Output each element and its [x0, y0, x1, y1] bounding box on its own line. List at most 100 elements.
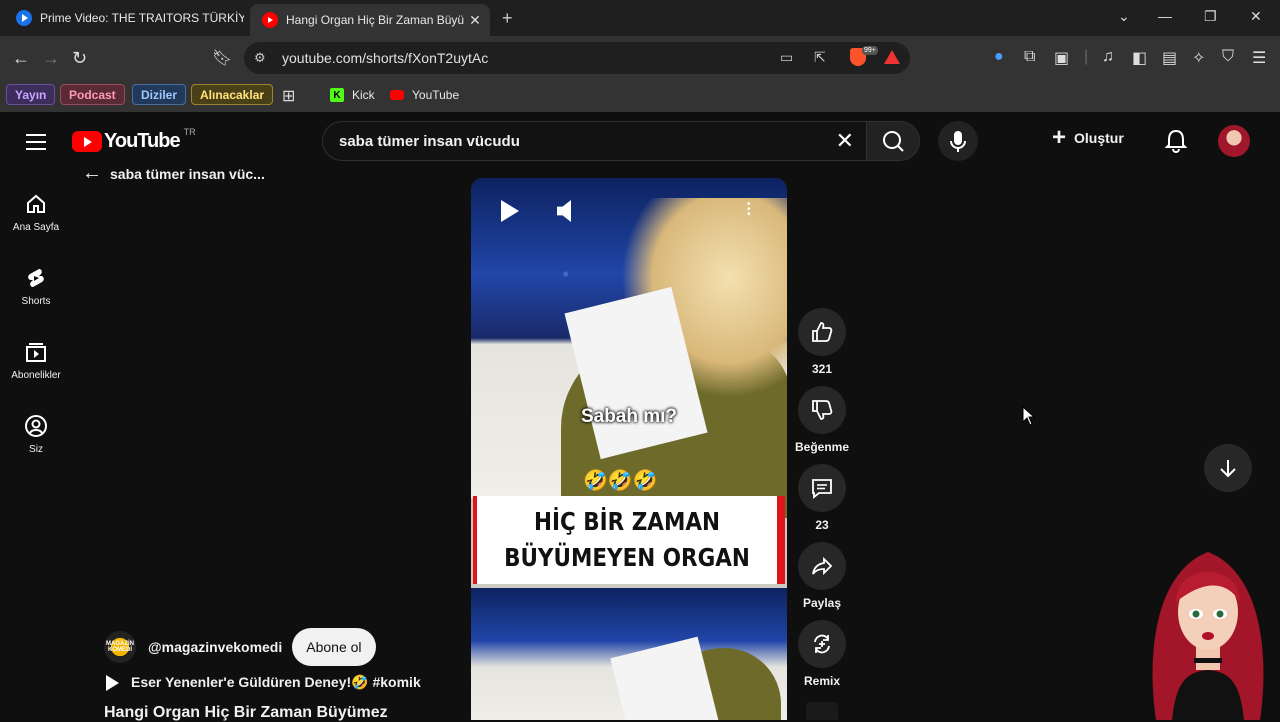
tab-prime-video[interactable]: Prime Video: THE TRAITORS TÜRKİYE: [8, 4, 244, 32]
plus-icon: +: [1052, 124, 1067, 151]
comment-icon: [812, 479, 832, 499]
notifications-button[interactable]: [1164, 128, 1188, 159]
share-button[interactable]: [798, 542, 846, 590]
leo-ai-icon[interactable]: ✧: [1192, 48, 1205, 68]
linked-video-title: Eser Yenenler'e Güldüren Deney!🤣 #komik: [131, 674, 421, 690]
forward-button[interactable]: →: [42, 48, 60, 69]
tab-youtube-short[interactable]: Hangi Organ Hiç Bir Zaman Büyü ✕: [250, 4, 490, 36]
subscribe-button[interactable]: Abone ol: [292, 628, 376, 666]
clear-search-icon[interactable]: ✕: [836, 128, 854, 154]
remix-button[interactable]: [798, 620, 846, 668]
extension-shazam-icon[interactable]: ●: [994, 48, 1004, 66]
music-icon[interactable]: ♫: [1102, 48, 1114, 66]
back-button[interactable]: ←: [12, 48, 30, 69]
share-action: Paylaş: [796, 542, 848, 620]
close-tab-icon[interactable]: ✕: [466, 12, 484, 29]
bookmark-yayin[interactable]: Yayın: [6, 84, 56, 105]
browser-toolbar: ← → ↻ 🔖︎ ⚙ youtube.com/shorts/fXonT2uytA…: [0, 36, 1280, 80]
back-to-search[interactable]: ← saba tümer insan vüc...: [82, 162, 265, 185]
comment-button[interactable]: [798, 464, 846, 512]
apps-grid-icon[interactable]: ⊞: [282, 86, 295, 106]
sidebar-item-home[interactable]: Ana Sayfa: [0, 188, 72, 262]
wallet-icon[interactable]: ▤: [1162, 48, 1177, 68]
logo-text: YouTube: [104, 130, 181, 152]
share-page-icon[interactable]: ⇱: [814, 49, 826, 66]
menu-icon[interactable]: ☰: [1252, 48, 1266, 68]
bookmark-label: Kick: [352, 88, 375, 102]
like-count: 321: [811, 362, 833, 376]
search-input[interactable]: saba tümer insan vücudu ✕: [322, 121, 868, 161]
tab-search-icon[interactable]: ⌄: [1118, 8, 1130, 25]
search-query: saba tümer insan vücudu: [339, 133, 520, 150]
channel-handle[interactable]: @magazinvekomedi: [148, 639, 282, 655]
search-icon: [883, 131, 904, 152]
voice-search-button[interactable]: [938, 121, 978, 161]
sidebar-item-subscriptions[interactable]: Abonelikler: [0, 336, 72, 410]
sidebar-icon[interactable]: ◧: [1132, 48, 1147, 68]
banner-line: BÜYÜMEYEN ORGAN: [504, 543, 750, 572]
linked-video[interactable]: Eser Yenenler'e Güldüren Deney!🤣 #komik: [106, 674, 421, 691]
comment-action: 23: [796, 464, 848, 542]
sidebar-item-label: Ana Sayfa: [12, 222, 60, 233]
create-button[interactable]: + Oluştur: [1052, 124, 1124, 151]
arrow-down-icon: [1220, 460, 1236, 478]
sidebar-item-label: Shorts: [21, 296, 51, 307]
brave-rewards-icon[interactable]: [884, 50, 900, 64]
video-title-banner: HİÇ BİR ZAMAN BÜYÜMEYEN ORGAN: [473, 496, 785, 584]
next-short-button[interactable]: [1204, 444, 1252, 492]
new-tab-button[interactable]: +: [502, 8, 513, 29]
shorts-video-player[interactable]: • • • Sabah mı? 🤣🤣🤣 HİÇ BİR ZAMAN BÜYÜMEYE…: [471, 178, 787, 720]
channel-thumbnail-small[interactable]: [806, 702, 838, 720]
sidebar-item-shorts[interactable]: Shorts: [0, 262, 72, 336]
address-bar[interactable]: ⚙ youtube.com/shorts/fXonT2uytAc ▭ ⇱ 99+: [244, 42, 910, 74]
play-icon[interactable]: [501, 200, 519, 222]
search-button[interactable]: [866, 121, 920, 161]
bookmark-kick[interactable]: K Kick: [330, 88, 375, 102]
more-options-icon[interactable]: • • •: [747, 200, 751, 220]
mouse-cursor-icon: [1022, 406, 1036, 426]
kick-icon: K: [330, 88, 344, 102]
channel-avatar[interactable]: MAGAZİN KOMEDİ: [104, 631, 136, 663]
like-button[interactable]: [798, 308, 846, 356]
prime-video-icon: [16, 10, 32, 26]
close-window-button[interactable]: ✕: [1250, 8, 1262, 25]
browser-tab-strip: Prime Video: THE TRAITORS TÜRKİYE Hangi …: [0, 0, 1280, 36]
account-avatar[interactable]: [1218, 125, 1250, 157]
sidebar-item-you[interactable]: Siz: [0, 410, 72, 484]
shields-badge: 99+: [862, 46, 878, 55]
guide-menu-icon[interactable]: [26, 134, 46, 155]
banner-line: HİÇ BİR ZAMAN: [534, 507, 720, 536]
mini-guide: Ana Sayfa Shorts Abonelikler Siz: [0, 188, 72, 484]
extensions-icon[interactable]: ⧉: [1024, 48, 1035, 66]
share-label: Paylaş: [802, 596, 842, 610]
youtube-icon: [390, 90, 404, 100]
bookmark-alinacaklar[interactable]: Alınacaklar: [191, 84, 274, 105]
bookmarks-bar: Yayın Podcast Diziler Alınacaklar ⊞ K Ki…: [0, 80, 1280, 112]
reload-button[interactable]: ↻: [72, 48, 87, 69]
cast-icon[interactable]: ▭: [780, 49, 793, 66]
site-info-icon[interactable]: ⚙: [254, 50, 266, 66]
video-paper: [610, 636, 722, 720]
bookmark-youtube[interactable]: YouTube: [390, 88, 459, 102]
create-label: Oluştur: [1074, 130, 1124, 146]
screenshot-icon[interactable]: ▣: [1054, 48, 1069, 68]
dislike-icon: [812, 400, 833, 420]
bell-icon: [1164, 129, 1188, 153]
streamer-avatar-overlay: [1152, 552, 1264, 720]
bookmark-icon[interactable]: 🔖︎: [212, 48, 232, 68]
shorts-icon: [28, 269, 44, 287]
bookmark-diziler[interactable]: Diziler: [132, 84, 187, 105]
video-frame: [471, 178, 787, 518]
youtube-icon: [262, 12, 278, 28]
vpn-icon[interactable]: ⛉: [1222, 48, 1234, 66]
url-text: youtube.com/shorts/fXonT2uytAc: [282, 50, 489, 66]
bookmark-podcast[interactable]: Podcast: [60, 84, 125, 105]
remix-icon: [814, 634, 830, 654]
dislike-button[interactable]: [798, 386, 846, 434]
restore-button[interactable]: ❐: [1204, 8, 1217, 25]
minimize-button[interactable]: —: [1158, 8, 1172, 24]
bookmark-label: YouTube: [412, 88, 460, 102]
video-caption: Sabah mı?: [580, 406, 678, 427]
youtube-logo[interactable]: YouTube TR: [72, 127, 196, 153]
youtube-logo-icon: [72, 131, 102, 152]
